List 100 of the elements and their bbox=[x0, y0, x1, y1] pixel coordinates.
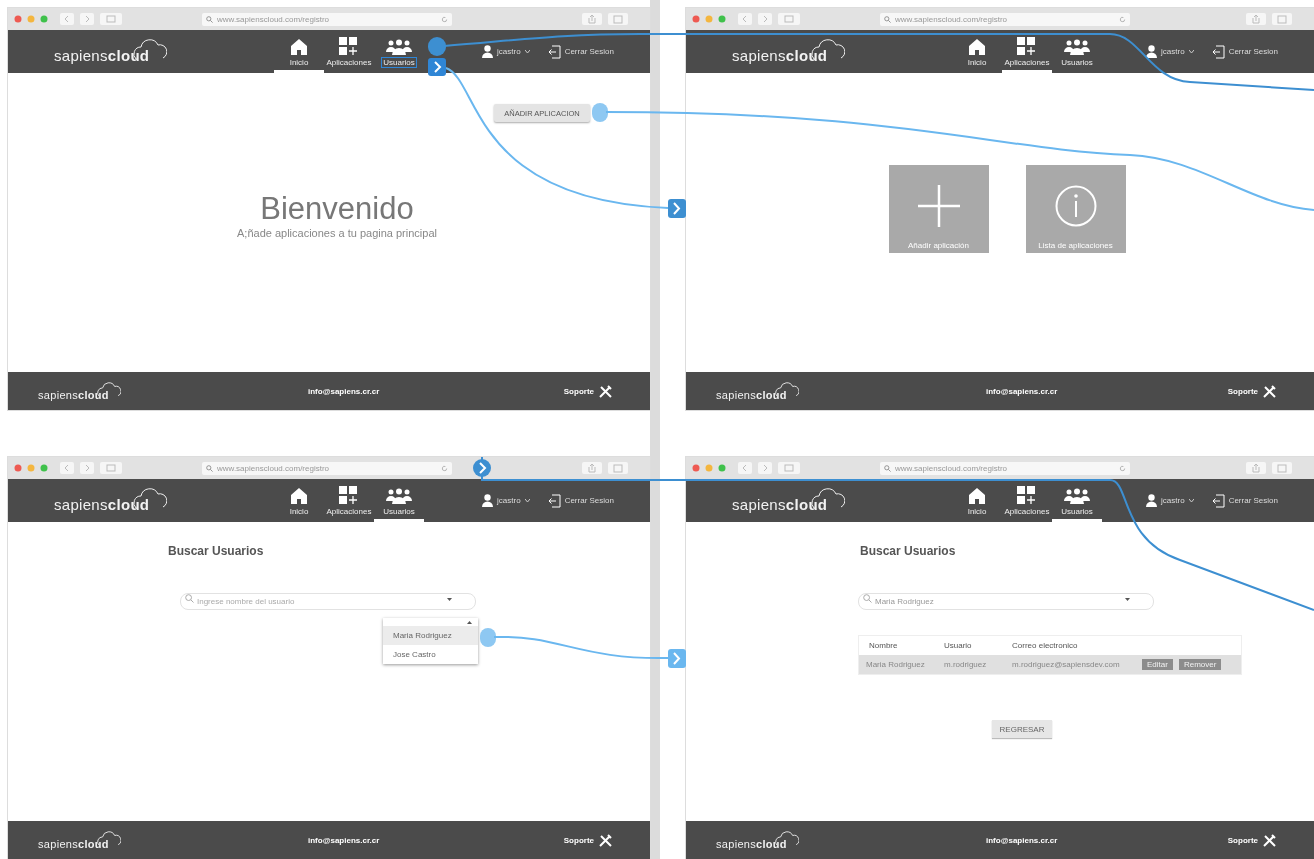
users-icon bbox=[1064, 39, 1090, 55]
apps-grid-icon bbox=[1017, 486, 1037, 504]
logout-icon bbox=[1211, 493, 1225, 508]
forward-icon[interactable] bbox=[80, 462, 94, 474]
sidebar-icon[interactable] bbox=[100, 462, 122, 474]
sidebar-icon[interactable] bbox=[778, 13, 800, 25]
logout-link[interactable]: Cerrar Sesion bbox=[1228, 47, 1278, 56]
back-icon[interactable] bbox=[60, 462, 74, 474]
nav-tab[interactable]: Inicio bbox=[952, 39, 1002, 73]
logout-link[interactable]: Cerrar Sesion bbox=[564, 496, 614, 505]
forward-icon[interactable] bbox=[80, 13, 94, 25]
user-menu[interactable]: jcastro bbox=[1161, 47, 1185, 56]
search-icon bbox=[884, 15, 891, 23]
tabs-icon[interactable] bbox=[1272, 462, 1292, 474]
sidebar-icon[interactable] bbox=[778, 462, 800, 474]
reload-icon[interactable] bbox=[441, 15, 448, 23]
tabs-icon[interactable] bbox=[608, 13, 628, 25]
user-icon bbox=[1146, 45, 1158, 58]
dropdown-caret-icon[interactable] bbox=[1125, 598, 1130, 601]
contact-email[interactable]: info@sapiens.cr.cr bbox=[986, 386, 1058, 396]
home-icon bbox=[969, 488, 985, 504]
apps-grid-icon bbox=[339, 486, 359, 504]
support-link[interactable]: Soporte bbox=[1227, 835, 1258, 845]
back-icon[interactable] bbox=[60, 13, 74, 25]
chevron-down-icon[interactable] bbox=[1188, 499, 1194, 502]
table-cell-text: m.rodriguez bbox=[944, 660, 988, 669]
tabs-icon[interactable] bbox=[1272, 13, 1292, 25]
logo-text: sapienscloud bbox=[54, 47, 150, 64]
support-link[interactable]: Soporte bbox=[1227, 386, 1258, 396]
back-icon[interactable] bbox=[738, 13, 752, 25]
logout-icon bbox=[1211, 44, 1225, 59]
reload-icon[interactable] bbox=[1119, 464, 1126, 472]
welcome-title: Bienvenido bbox=[259, 191, 415, 227]
support-link[interactable]: Soporte bbox=[563, 386, 594, 396]
nav-tab[interactable]: Aplicaciones bbox=[324, 37, 374, 73]
home-icon bbox=[969, 39, 985, 55]
nav-tab[interactable]: Aplicaciones bbox=[1002, 486, 1052, 522]
nav-tab[interactable]: Aplicaciones bbox=[324, 486, 374, 522]
page-heading: Buscar Usuarios bbox=[860, 544, 957, 558]
support-link[interactable]: Soporte bbox=[563, 835, 594, 845]
user-menu[interactable]: jcastro bbox=[1161, 496, 1185, 505]
reload-icon[interactable] bbox=[1119, 15, 1126, 23]
share-icon[interactable] bbox=[582, 462, 602, 474]
contact-email[interactable]: info@sapiens.cr.cr bbox=[308, 386, 380, 396]
dropdown-option[interactable]: Jose Castro bbox=[383, 645, 478, 664]
page-heading: Buscar Usuarios bbox=[168, 544, 265, 558]
nav-tab[interactable]: Inicio bbox=[952, 488, 1002, 522]
column-header: Nombre bbox=[868, 641, 899, 650]
home-icon bbox=[291, 39, 307, 55]
logout-link[interactable]: Cerrar Sesion bbox=[1228, 496, 1278, 505]
logo-text: sapienscloud bbox=[716, 388, 787, 401]
chevron-down-icon[interactable] bbox=[1188, 50, 1194, 53]
forward-icon[interactable] bbox=[758, 13, 772, 25]
logo-text: sapienscloud bbox=[38, 388, 109, 401]
logo-text: sapienscloud bbox=[732, 47, 828, 64]
forward-icon[interactable] bbox=[758, 462, 772, 474]
contact-email[interactable]: info@sapiens.cr.cr bbox=[308, 835, 380, 845]
column-header: Correo electronico bbox=[1012, 641, 1078, 650]
nav-tab[interactable]: Usuarios bbox=[1052, 39, 1102, 73]
tools-icon bbox=[599, 833, 612, 847]
search-icon bbox=[884, 464, 891, 472]
search-icon bbox=[206, 15, 213, 23]
logout-link[interactable]: Cerrar Sesion bbox=[564, 47, 614, 56]
tools-icon bbox=[1263, 833, 1276, 847]
users-icon bbox=[1064, 488, 1090, 504]
search-icon bbox=[185, 594, 194, 603]
dropdown-caret-icon[interactable] bbox=[447, 598, 452, 601]
info-icon bbox=[1054, 185, 1097, 227]
user-menu[interactable]: jcastro bbox=[497, 47, 521, 56]
dropdown-option[interactable]: Maria Rodriguez bbox=[383, 626, 478, 645]
plus-icon bbox=[917, 185, 960, 227]
home-icon bbox=[291, 488, 307, 504]
user-icon bbox=[482, 494, 494, 507]
chevron-down-icon[interactable] bbox=[524, 50, 530, 53]
sidebar-icon[interactable] bbox=[100, 13, 122, 25]
nav-tab[interactable]: Usuarios bbox=[374, 39, 424, 73]
reload-icon[interactable] bbox=[441, 464, 448, 472]
back-button[interactable]: REGRESAR bbox=[992, 720, 1052, 738]
contact-email[interactable]: info@sapiens.cr.cr bbox=[986, 835, 1058, 845]
tools-icon bbox=[1263, 384, 1276, 398]
column-header: Usuario bbox=[944, 641, 973, 650]
back-icon[interactable] bbox=[738, 462, 752, 474]
logout-icon bbox=[547, 44, 561, 59]
users-icon bbox=[386, 488, 412, 504]
search-field[interactable]: Ingrese nombre del usuario bbox=[180, 593, 476, 610]
share-icon[interactable] bbox=[582, 13, 602, 25]
tools-icon bbox=[599, 384, 612, 398]
share-icon[interactable] bbox=[1246, 462, 1266, 474]
nav-tab[interactable]: Inicio bbox=[274, 488, 324, 522]
tabs-icon[interactable] bbox=[608, 462, 628, 474]
chevron-down-icon[interactable] bbox=[524, 499, 530, 502]
share-icon[interactable] bbox=[1246, 13, 1266, 25]
user-icon bbox=[1146, 494, 1158, 507]
welcome-subtitle: A;ñade aplicaciones a tu pagina principal bbox=[236, 227, 438, 239]
logout-icon bbox=[547, 493, 561, 508]
caret-up-icon bbox=[467, 621, 472, 624]
table-cell-text: Maria Rodriguez bbox=[865, 660, 926, 669]
user-menu[interactable]: jcastro bbox=[497, 496, 521, 505]
apps-grid-icon bbox=[1017, 37, 1037, 55]
users-icon bbox=[386, 39, 412, 55]
